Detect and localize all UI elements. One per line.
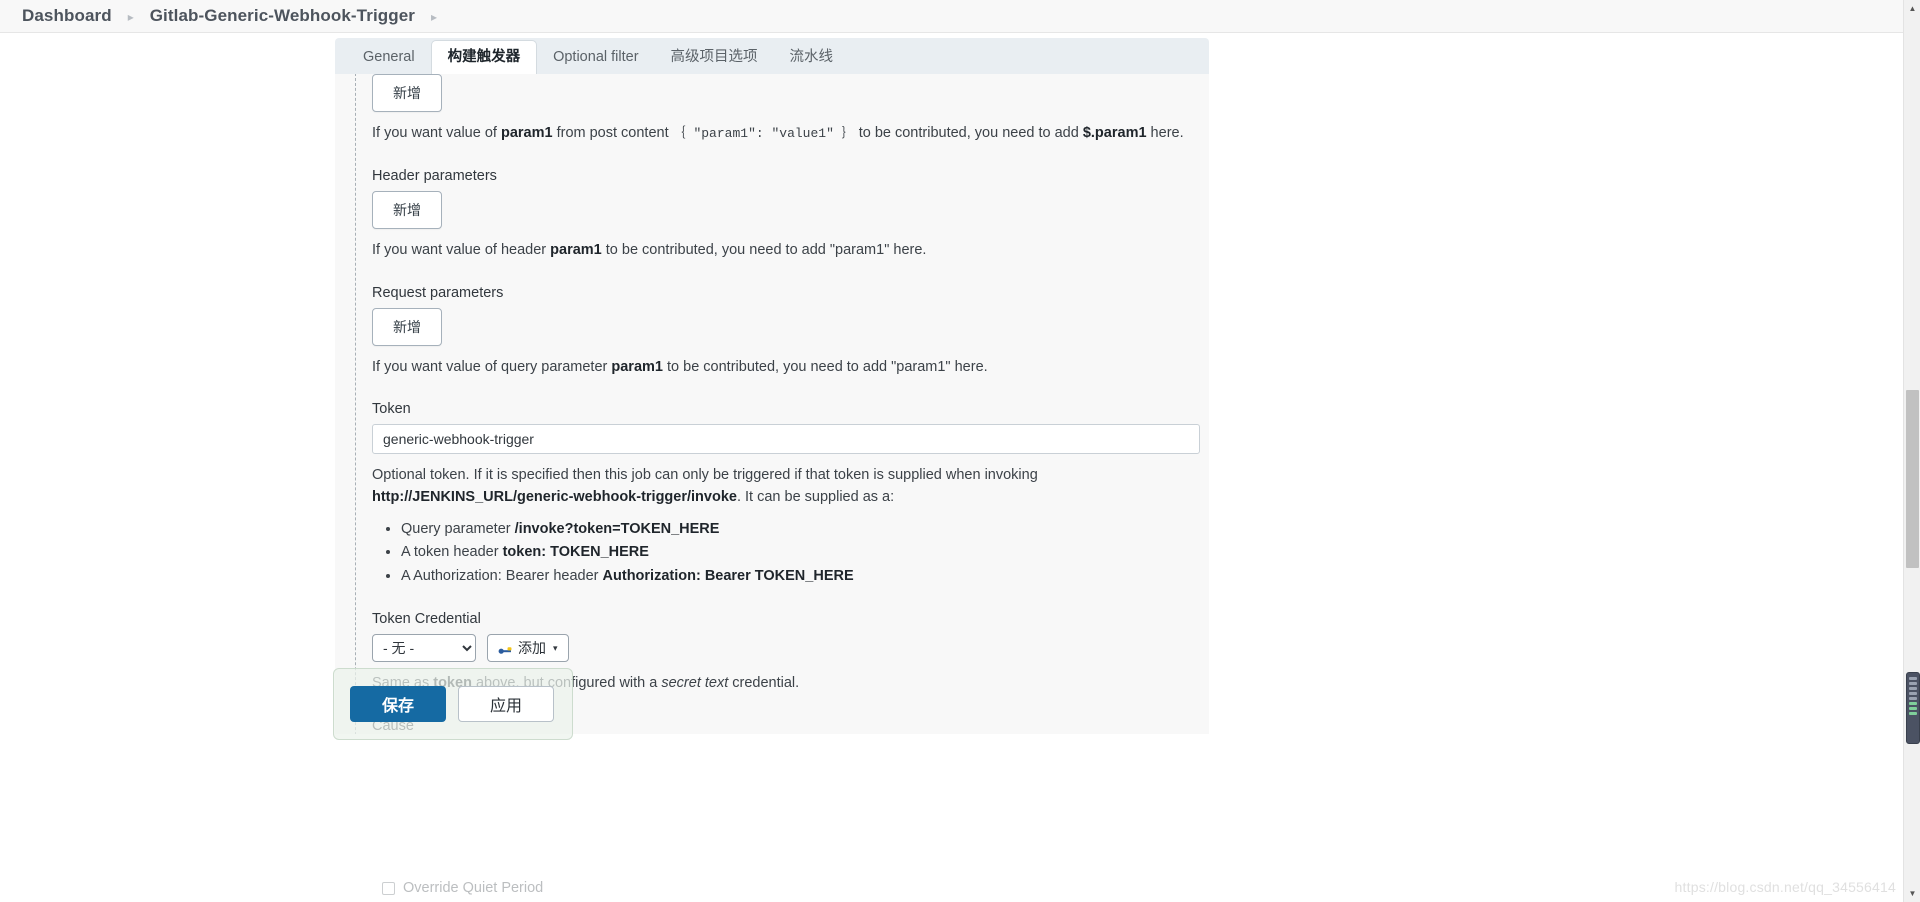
help-italic-secret-text: secret text: [661, 675, 729, 692]
widget-line-green: [1909, 707, 1917, 710]
widget-line: [1909, 682, 1917, 685]
bullet-bold: token: TOKEN_HERE: [502, 544, 649, 561]
help-post: credential.: [728, 675, 800, 692]
post-content-parameter-help: If you want value of param1 from post co…: [372, 123, 1197, 145]
help-mid2: to be contributed, you need to add: [854, 125, 1083, 141]
bullet-pre: A token header: [401, 544, 503, 561]
apply-button[interactable]: 应用: [458, 686, 554, 722]
add-credential-label: 添加: [518, 640, 546, 657]
token-help: Optional token. If it is specified then …: [372, 465, 1197, 509]
tab-bar: General 构建触发器 Optional filter 高级项目选项 流水线: [335, 38, 1209, 74]
breadcrumb-item-dashboard[interactable]: Dashboard: [22, 6, 112, 26]
bullet-bold: /invoke?token=TOKEN_HERE: [514, 520, 720, 537]
list-item: A token header token: TOKEN_HERE: [401, 541, 1197, 564]
scroll-up-arrow-icon[interactable]: ▲: [1904, 0, 1920, 17]
tab-advanced-project-options[interactable]: 高级项目选项: [655, 41, 774, 74]
add-request-parameter-button[interactable]: 新增: [372, 307, 442, 346]
list-item: A Authorization: Bearer header Authoriza…: [401, 565, 1197, 588]
token-supply-methods-list: Query parameter /invoke?token=TOKEN_HERE…: [372, 518, 1197, 588]
help-bold-param1: param1: [550, 241, 602, 258]
widget-line: [1909, 697, 1917, 700]
help-bold-param1: param1: [611, 358, 663, 375]
help-pre: If you want value of query parameter: [372, 358, 612, 375]
help-pre: If you want value of: [372, 125, 501, 141]
bullet-pre: Query parameter: [401, 520, 515, 537]
widget-line: [1909, 692, 1917, 695]
form-action-bar: 保存 应用: [333, 668, 573, 740]
list-item: Query parameter /invoke?token=TOKEN_HERE: [401, 518, 1197, 541]
help-mid: from post content: [552, 125, 673, 141]
token-label: Token: [372, 401, 411, 418]
scroll-down-arrow-icon[interactable]: ▼: [1904, 885, 1920, 902]
help-post: to be contributed, you need to add "para…: [662, 358, 988, 375]
token-input[interactable]: [372, 424, 1200, 455]
page-root: Dashboard ▸ Gitlab-Generic-Webhook-Trigg…: [0, 0, 1920, 902]
tab-general[interactable]: General: [347, 41, 431, 74]
form-content: 新增 If you want value of param1 from post…: [335, 74, 1209, 734]
scrollbar-thumb[interactable]: [1906, 390, 1919, 568]
help-code-sample: ｛ ″param1″: ″value1″ ｝: [672, 126, 855, 141]
breadcrumb: Dashboard ▸ Gitlab-Generic-Webhook-Trigg…: [0, 0, 1920, 33]
watermark: https://blog.csdn.net/qq_34556414: [1674, 879, 1896, 895]
help-bold-invoke-url: http://JENKINS_URL/generic-webhook-trigg…: [372, 489, 737, 505]
help-post: to be contributed, you need to add "para…: [601, 241, 927, 258]
breadcrumb-item-job[interactable]: Gitlab-Generic-Webhook-Trigger: [150, 6, 415, 26]
token-credential-select[interactable]: - 无 -: [372, 634, 476, 663]
breadcrumb-separator-icon: ▸: [127, 10, 134, 24]
token-credential-row: - 无 - 添加 ▾: [372, 634, 1197, 663]
scrollbar-overlay-widget[interactable]: [1906, 672, 1920, 744]
bullet-bold: Authorization: Bearer TOKEN_HERE: [602, 567, 854, 584]
override-quiet-period-label: Override Quiet Period: [403, 880, 544, 896]
key-icon: [498, 643, 513, 654]
override-quiet-period-row[interactable]: Override Quiet Period: [382, 880, 543, 896]
widget-line-green: [1909, 702, 1917, 705]
tab-build-triggers[interactable]: 构建触发器: [430, 40, 538, 74]
header-parameter-help: If you want value of header param1 to be…: [372, 240, 1197, 262]
settings-panel-scroll-content: 新增 If you want value of param1 from post…: [335, 74, 1209, 734]
widget-line: [1909, 687, 1917, 690]
help-pre: If you want value of header: [372, 241, 551, 258]
add-header-parameter-button[interactable]: 新增: [372, 190, 442, 229]
request-parameter-help: If you want value of query parameter par…: [372, 357, 1197, 379]
settings-panel: 新增 If you want value of param1 from post…: [335, 74, 1209, 734]
help-bold-param1: param1: [500, 125, 553, 141]
help-post: here.: [1146, 125, 1184, 141]
override-quiet-period-checkbox[interactable]: [382, 881, 395, 895]
help-post: . It can be supplied as a:: [736, 489, 895, 505]
bullet-pre: A Authorization: Bearer header: [401, 567, 603, 584]
add-credential-button[interactable]: 添加 ▾: [487, 634, 569, 663]
add-post-content-parameter-button[interactable]: 新增: [372, 74, 442, 112]
header-parameters-label: Header parameters: [372, 167, 497, 184]
help-bold-jsonpath: $.param1: [1082, 125, 1147, 141]
request-parameters-label: Request parameters: [372, 284, 504, 301]
help-pre: Optional token. If it is specified then …: [372, 467, 1038, 484]
breadcrumb-separator-icon-2: ▸: [431, 10, 438, 24]
tab-pipeline[interactable]: 流水线: [774, 41, 850, 74]
widget-line: [1909, 677, 1917, 680]
token-credential-label: Token Credential: [372, 611, 481, 628]
save-button[interactable]: 保存: [350, 686, 446, 722]
widget-line-green: [1909, 712, 1917, 715]
page-scrollbar[interactable]: ▲ ▼: [1903, 0, 1920, 902]
chevron-down-icon: ▾: [553, 642, 558, 653]
tab-optional-filter[interactable]: Optional filter: [537, 41, 654, 74]
